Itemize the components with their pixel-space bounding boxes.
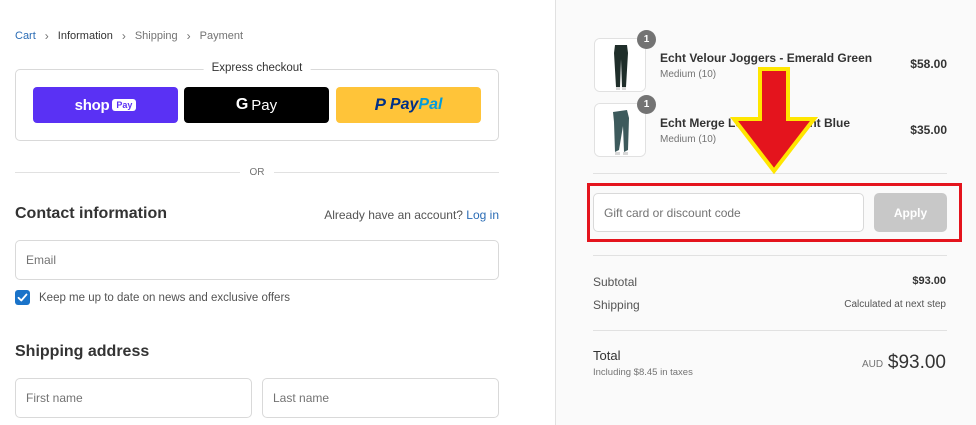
paypal-logo: PayPal (390, 96, 442, 114)
log-in-link[interactable]: Log in (466, 208, 499, 222)
product-name: Echt Velour Joggers - Emerald Green (660, 51, 873, 65)
or-divider-right (274, 172, 499, 173)
google-pay-button[interactable]: G Pay (184, 87, 329, 123)
shop-pay-button[interactable]: shop Pay (33, 87, 178, 123)
total-label: Total (593, 348, 621, 363)
shipping-value: Calculated at next step (844, 299, 946, 310)
breadcrumb-payment: Payment (199, 30, 244, 42)
account-prompt-text: Already have an account? (324, 208, 463, 222)
quantity-badge: 1 (637, 30, 656, 49)
or-divider-label: OR (249, 167, 265, 178)
contact-information-title: Contact information (15, 205, 167, 222)
chevron-right-icon: › (44, 29, 49, 43)
total-value: $93.00 (887, 352, 946, 373)
subtotal-label: Subtotal (593, 275, 638, 289)
order-summary-panel: 1 Echt Velour Joggers - Emerald Green Me… (555, 0, 976, 425)
summary-divider (593, 255, 947, 256)
google-g-icon: G (235, 96, 249, 113)
checkout-form-panel: Cart › Information › Shipping › Payment … (0, 0, 555, 425)
currency-code: AUD (862, 359, 884, 370)
summary-divider (593, 330, 947, 331)
email-field[interactable]: Email (15, 240, 499, 280)
newsletter-checkbox[interactable] (15, 290, 30, 305)
subtotal-value: $93.00 (912, 275, 946, 287)
account-prompt: Already have an account? Log in (324, 208, 499, 222)
annotation-arrow-icon (729, 67, 819, 175)
product-variant: Medium (10) (660, 69, 717, 80)
tax-note: Including $8.45 in taxes (593, 367, 693, 378)
paypal-logo-pay: Pay (389, 96, 419, 113)
breadcrumb-information: Information (57, 30, 113, 42)
leggings-image-icon (595, 104, 645, 156)
chevron-right-icon: › (121, 29, 126, 43)
joggers-image-icon (595, 39, 645, 91)
checkmark-icon (17, 293, 28, 302)
shop-pay-chip: Pay (112, 99, 137, 111)
apply-button[interactable]: Apply (874, 193, 947, 232)
shipping-address-title: Shipping address (15, 343, 150, 360)
last-name-field[interactable]: Last name (262, 378, 499, 418)
first-name-placeholder: First name (26, 391, 83, 405)
breadcrumb-cart[interactable]: Cart (15, 30, 36, 42)
product-variant: Medium (10) (660, 134, 717, 145)
discount-placeholder: Gift card or discount code (604, 205, 741, 220)
email-placeholder: Email (26, 253, 57, 267)
quantity-badge: 1 (637, 95, 656, 114)
newsletter-label: Keep me up to date on news and exclusive… (39, 291, 291, 304)
product-thumbnail (594, 38, 646, 92)
or-divider-left (15, 172, 240, 173)
discount-code-input[interactable]: Gift card or discount code (593, 193, 864, 232)
breadcrumb-shipping: Shipping (134, 30, 178, 42)
breadcrumb: Cart › Information › Shipping › Payment (15, 29, 243, 43)
first-name-field[interactable]: First name (15, 378, 252, 418)
last-name-placeholder: Last name (273, 391, 330, 405)
paypal-button[interactable]: P PayPal (336, 87, 481, 123)
express-checkout: Express checkout shop Pay G Pay P PayPal (15, 62, 499, 141)
product-price: $35.00 (910, 123, 947, 137)
paypal-logo-pal: Pal (418, 96, 443, 113)
product-thumbnail (594, 103, 646, 157)
google-pay-label: Pay (251, 96, 278, 114)
chevron-right-icon: › (186, 29, 191, 43)
paypal-p-icon: P (374, 95, 386, 114)
newsletter-option: Keep me up to date on news and exclusive… (15, 290, 290, 305)
shop-pay-logo: shop (74, 96, 110, 114)
express-checkout-title: Express checkout (203, 62, 311, 74)
product-price: $58.00 (910, 57, 947, 71)
shipping-label: Shipping (593, 298, 640, 312)
